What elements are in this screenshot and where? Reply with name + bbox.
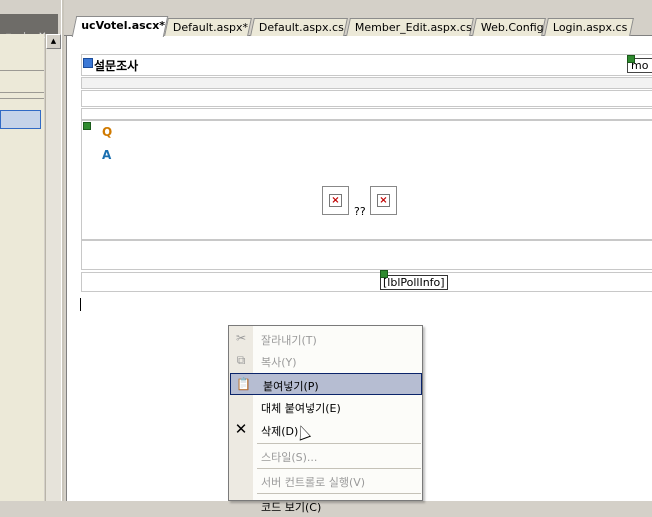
text-caret	[80, 298, 81, 311]
image-separator: ??	[354, 205, 366, 218]
pane-title-bar: ▾ ⊥ ✕	[0, 14, 58, 42]
menu-item-view-code[interactable]: 코드 보기(C)	[229, 495, 422, 517]
menu-item-style[interactable]: 스타일(S)...	[229, 445, 422, 467]
pane-vertical-scrollbar[interactable]: ▲	[45, 34, 61, 501]
tab-member-edit[interactable]: Member_Edit.aspx.cs	[346, 18, 474, 36]
tab-ucvotel[interactable]: ucVotel.ascx*	[71, 16, 169, 37]
paste-icon: 📋	[236, 377, 251, 391]
tab-web-config[interactable]: Web.Config	[472, 18, 546, 36]
pane-selected-item[interactable]	[0, 110, 41, 129]
control-marker-icon	[83, 122, 91, 130]
empty-row[interactable]	[81, 90, 652, 107]
copy-icon: ⧉	[236, 353, 246, 367]
left-tool-pane: ▾ ⊥ ✕ ▲	[0, 0, 64, 501]
control-marker-icon	[627, 55, 635, 63]
tab-default-aspx-cs[interactable]: Default.aspx.cs	[250, 18, 348, 36]
question-answer-cell[interactable]: Q A × ?? ×	[81, 120, 652, 240]
survey-title: 설문조사	[94, 59, 139, 73]
poll-info-cell[interactable]: [lblPollInfo]	[81, 270, 652, 292]
delete-icon: ✕	[234, 420, 248, 438]
empty-row[interactable]	[81, 240, 652, 270]
menu-item-paste-alternate[interactable]: 대체 붙여넣기(E)	[229, 396, 422, 418]
image-placeholder[interactable]: ×	[370, 186, 397, 215]
pane-splitter[interactable]	[61, 0, 64, 501]
answer-label: A	[102, 148, 112, 162]
pane-divider	[0, 98, 44, 99]
spacer-row	[81, 77, 652, 89]
menu-item-copy[interactable]: ⧉ 복사(Y)	[229, 350, 422, 372]
scroll-up-icon[interactable]: ▲	[46, 34, 61, 49]
menu-separator	[257, 493, 421, 494]
poll-info-label[interactable]: [lblPollInfo]	[380, 275, 448, 290]
menu-item-cut[interactable]: ✂ 잘라내기(T)	[229, 328, 422, 350]
broken-image-icon: ×	[329, 194, 342, 207]
menu-item-paste[interactable]: 📋 붙여넣기(P)	[230, 373, 422, 441]
menu-item-delete[interactable]: ✕ 삭제(D)	[229, 419, 422, 441]
scissors-icon: ✂	[235, 331, 247, 345]
menu-item-run-as-server-control[interactable]: 서버 컨트롤로 실행(V)	[229, 470, 422, 492]
survey-title-cell[interactable]: 설문조사 mo	[81, 54, 652, 76]
control-marker-icon	[380, 270, 388, 278]
image-placeholder[interactable]: ×	[322, 186, 349, 215]
pane-list[interactable]	[0, 34, 44, 501]
question-label: Q	[102, 125, 113, 139]
pane-divider	[0, 70, 44, 71]
survey-title-icon	[83, 58, 93, 68]
broken-image-icon: ×	[377, 194, 390, 207]
tab-default-aspx[interactable]: Default.aspx*	[164, 18, 252, 36]
context-menu: ✂ 잘라내기(T) ⧉ 복사(Y) 📋 붙여넣기(P) 대체 붙여넣기(E) ✕…	[228, 325, 423, 514]
document-tab-strip: ucVotel.ascx* Default.aspx* Default.aspx…	[64, 14, 652, 37]
menu-separator	[257, 443, 421, 444]
menu-separator	[257, 468, 421, 469]
pane-divider	[0, 92, 44, 93]
empty-row[interactable]	[81, 108, 652, 120]
tab-login-aspx-cs[interactable]: Login.aspx.cs	[544, 18, 634, 36]
